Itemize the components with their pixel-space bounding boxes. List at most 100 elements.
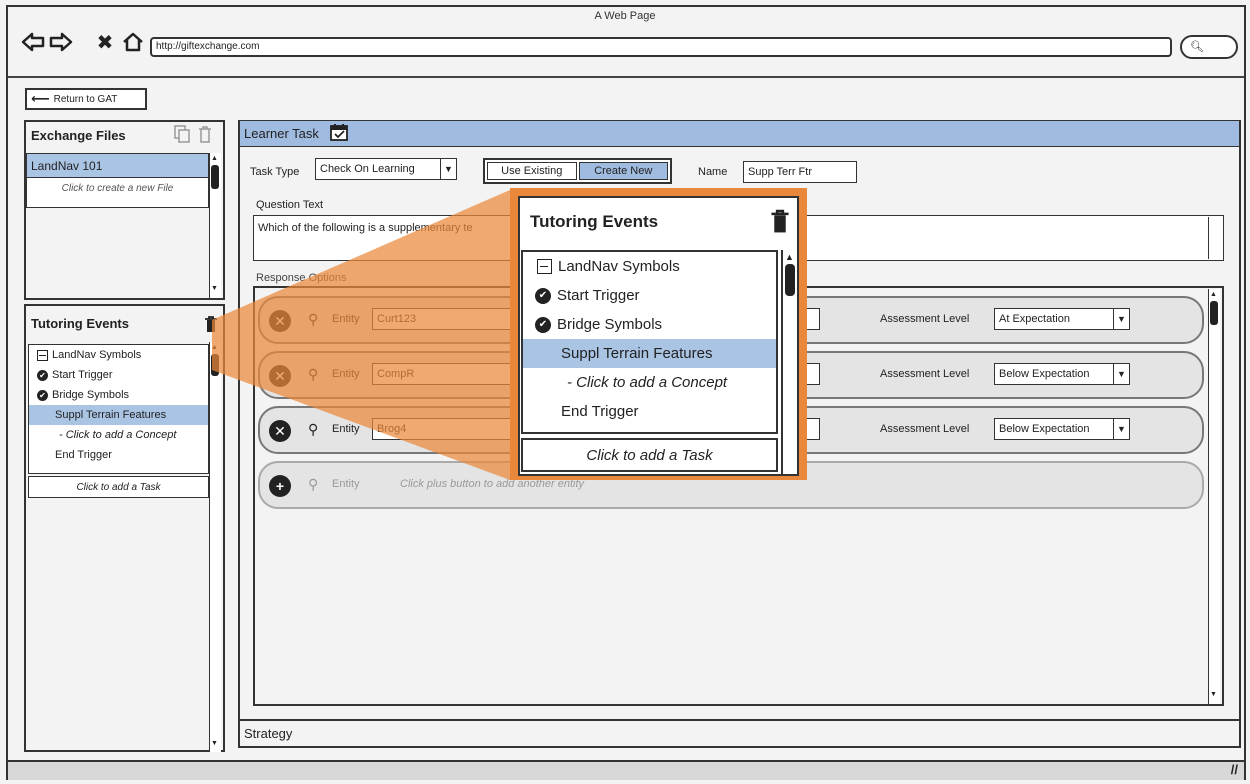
- tree-item-suppl-terrain[interactable]: Suppl Terrain Features: [523, 339, 776, 368]
- create-new-button[interactable]: Create New: [578, 162, 668, 180]
- check-circle-icon: ✔: [37, 369, 48, 381]
- create-file-hint[interactable]: Click to create a new File: [27, 178, 208, 198]
- scroll-down-icon[interactable]: ▼: [1210, 691, 1217, 698]
- tree-item-label: - Click to add a Concept: [567, 374, 728, 391]
- trash-icon[interactable]: [770, 208, 790, 237]
- assessment-select[interactable]: At Expectation ▼: [994, 308, 1130, 330]
- callout-tree: LandNav Symbols ✔ Start Trigger ✔ Bridge…: [521, 250, 778, 434]
- use-existing-button[interactable]: Use Existing: [487, 162, 577, 180]
- entity-label: Entity: [332, 423, 360, 435]
- tree-item-end-trigger[interactable]: End Trigger: [523, 397, 776, 426]
- url-input[interactable]: http://giftexchange.com: [150, 37, 1172, 57]
- learner-task-header: Learner Task: [240, 121, 1239, 147]
- entity-field[interactable]: CompR: [372, 363, 522, 385]
- callout-scrollbar[interactable]: ▲: [781, 250, 797, 474]
- assessment-value: Below Expectation: [999, 423, 1090, 435]
- chevron-down-icon[interactable]: ▼: [1113, 309, 1129, 329]
- assessment-level-label: Assessment Level: [880, 423, 970, 435]
- tree-item-bridge-symbols[interactable]: ✔ Bridge Symbols: [29, 385, 208, 405]
- map-pin-icon: ⚲: [308, 476, 319, 492]
- check-circle-icon: ✔: [535, 316, 551, 333]
- remove-circle-icon[interactable]: ✕: [269, 420, 291, 442]
- tutoring-events-tree: LandNav Symbols ✔ Start Trigger ✔ Bridge…: [28, 344, 209, 474]
- scroll-down-icon[interactable]: ▼: [211, 285, 219, 293]
- chevron-down-icon[interactable]: ▼: [440, 159, 456, 179]
- assessment-select[interactable]: Below Expectation ▼: [994, 418, 1130, 440]
- tree-item-label: Bridge Symbols: [557, 316, 663, 333]
- entity-field[interactable]: Brog4: [372, 418, 522, 440]
- scroll-up-icon[interactable]: ▲: [211, 344, 218, 351]
- tree-item-landnav-symbols[interactable]: LandNav Symbols: [29, 345, 208, 365]
- assessment-select[interactable]: Below Expectation ▼: [994, 363, 1130, 385]
- tutoring-events-scrollbar[interactable]: ▲ ▼: [209, 342, 221, 752]
- assessment-value: Below Expectation: [999, 368, 1090, 380]
- add-concept-hint[interactable]: - Click to add a Concept: [523, 368, 776, 397]
- scroll-thumb[interactable]: [211, 354, 219, 376]
- scroll-thumb[interactable]: [211, 165, 219, 189]
- add-concept-hint[interactable]: - Click to add a Concept: [29, 425, 208, 445]
- add-task-button[interactable]: Click to add a Task: [28, 476, 209, 498]
- exchange-files-scrollbar[interactable]: ▲ ▼: [209, 153, 221, 298]
- tree-item-bridge-symbols[interactable]: ✔ Bridge Symbols: [523, 310, 776, 339]
- arrow-left-icon: ⟵: [31, 91, 50, 106]
- check-circle-icon: ✔: [535, 287, 551, 304]
- map-pin-icon: ⚲: [308, 311, 319, 327]
- copy-icon[interactable]: [174, 125, 190, 143]
- trash-icon[interactable]: [204, 315, 218, 336]
- home-icon[interactable]: [120, 29, 146, 55]
- assessment-level-label: Assessment Level: [880, 368, 970, 380]
- toolbar-divider: [8, 76, 1244, 78]
- add-task-button[interactable]: Click to add a Task: [521, 438, 778, 472]
- scroll-up-icon[interactable]: ▲: [785, 252, 794, 262]
- scroll-up-icon[interactable]: ▲: [1210, 291, 1217, 298]
- exchange-files-title: Exchange Files: [31, 128, 126, 143]
- exchange-files-list: LandNav 101 Click to create a new File: [26, 153, 209, 300]
- remove-circle-icon[interactable]: ✕: [269, 310, 291, 332]
- tree-item-suppl-terrain[interactable]: Suppl Terrain Features: [29, 405, 208, 425]
- check-circle-icon: ✔: [37, 389, 48, 401]
- minus-box-icon[interactable]: [537, 259, 552, 274]
- trash-icon[interactable]: [198, 125, 212, 146]
- chevron-down-icon[interactable]: ▼: [1113, 364, 1129, 384]
- scroll-thumb[interactable]: [785, 264, 795, 296]
- assessment-value: At Expectation: [999, 313, 1070, 325]
- assessment-level-label: Assessment Level: [880, 313, 970, 325]
- return-button-label: Return to GAT: [53, 93, 118, 105]
- tree-item-label: Start Trigger: [52, 369, 113, 381]
- scroll-down-icon[interactable]: ▼: [211, 740, 218, 747]
- chevron-down-icon[interactable]: ▼: [1113, 419, 1129, 439]
- remove-circle-icon[interactable]: ✕: [269, 365, 291, 387]
- close-icon[interactable]: ✖: [92, 29, 118, 55]
- tree-item-label: End Trigger: [561, 403, 639, 420]
- entity-field[interactable]: Curt123: [372, 308, 522, 330]
- resize-grip-icon[interactable]: //: [1231, 762, 1238, 777]
- entity-label: Entity: [332, 313, 360, 325]
- question-scrollbar[interactable]: [1208, 217, 1220, 259]
- learner-task-title: Learner Task: [244, 126, 319, 141]
- scroll-up-icon[interactable]: ▲: [211, 155, 219, 163]
- tree-item-start-trigger[interactable]: ✔ Start Trigger: [523, 281, 776, 310]
- task-type-label: Task Type: [250, 166, 300, 178]
- file-item-landnav[interactable]: LandNav 101: [27, 154, 208, 178]
- task-type-select[interactable]: Check On Learning ▼: [315, 158, 457, 180]
- tree-item-start-trigger[interactable]: ✔ Start Trigger: [29, 365, 208, 385]
- strategy-section[interactable]: Strategy: [238, 719, 1241, 748]
- name-field[interactable]: Supp Terr Ftr: [743, 161, 857, 183]
- add-circle-icon[interactable]: +: [269, 475, 291, 497]
- tree-item-end-trigger[interactable]: End Trigger: [29, 445, 208, 465]
- search-icon: 🔍︎: [1190, 41, 1204, 53]
- search-button[interactable]: 🔍︎: [1180, 35, 1238, 59]
- scroll-thumb[interactable]: [1210, 301, 1218, 325]
- return-button[interactable]: ⟵ Return to GAT: [25, 88, 147, 110]
- status-bar: //: [8, 760, 1244, 780]
- minus-box-icon[interactable]: [37, 349, 48, 361]
- entity-label: Entity: [332, 478, 360, 490]
- forward-icon[interactable]: [48, 29, 74, 55]
- back-icon[interactable]: [20, 29, 46, 55]
- tree-item-label: - Click to add a Concept: [59, 429, 177, 441]
- response-scrollbar[interactable]: ▲ ▼: [1208, 289, 1220, 704]
- tree-item-landnav-symbols[interactable]: LandNav Symbols: [523, 252, 776, 281]
- existing-new-toggle: Use Existing Create New: [483, 158, 672, 184]
- tree-item-label: Start Trigger: [557, 287, 640, 304]
- tree-item-label: Suppl Terrain Features: [55, 409, 167, 421]
